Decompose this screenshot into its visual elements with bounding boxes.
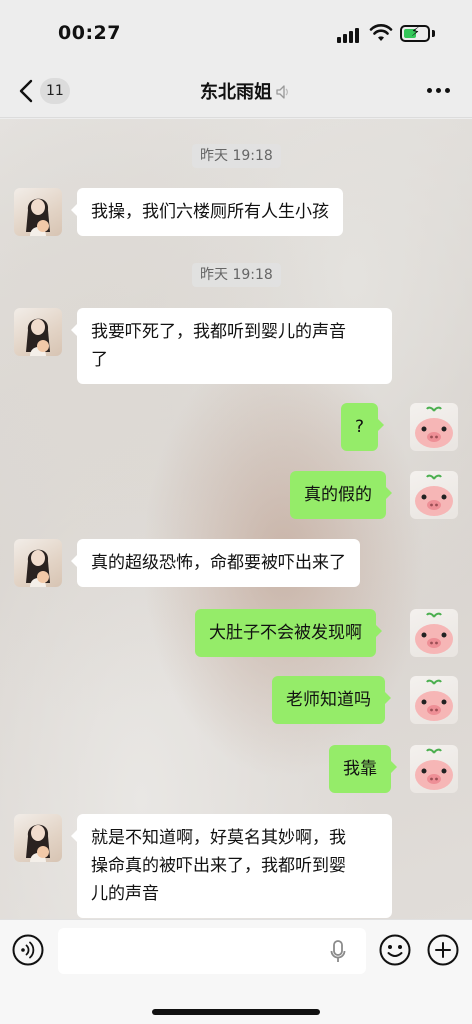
message-text: 真的超级恐怖，命都要被吓出来了 [91,553,346,573]
message-text-line: 操命真的被吓出来了，我都听到婴 [91,856,346,876]
status-bar: 00:27 ⚡ [0,0,472,64]
timestamp: 昨天 19:18 [192,263,281,287]
wifi-icon [369,24,393,41]
pig-avatar[interactable] [410,745,458,793]
message-text-line: 了 [91,350,108,370]
plus-icon[interactable] [427,934,459,966]
message-bubble[interactable]: 我靠 [329,745,397,793]
message-text-line: 就是不知道啊，好莫名其妙啊，我 [91,828,346,848]
girl-avatar[interactable] [14,188,62,236]
pig-avatar[interactable] [410,609,458,657]
message-text: 我靠 [343,759,377,779]
voice-icon[interactable] [12,934,44,966]
pig-avatar[interactable] [410,676,458,724]
girl-avatar[interactable] [14,814,62,862]
girl-avatar[interactable] [14,539,62,587]
message-bubble[interactable]: 我操，我们六楼厕所有人生小孩 [71,188,343,236]
emoji-icon[interactable] [379,934,411,966]
battery-cap [432,30,435,37]
message-bubble[interactable]: 我要吓死了，我都听到婴儿的声音 了 [71,308,392,384]
pig-avatar[interactable] [410,403,458,451]
input-bar [0,919,472,1024]
message-text: 我操，我们六楼厕所有人生小孩 [91,202,329,222]
message-bubble[interactable]: 真的假的 [290,471,392,519]
message-bubble[interactable]: 老师知道吗 [272,676,391,724]
message-text: 真的假的 [304,485,372,505]
chat-header: 11 东北雨姐 [0,64,472,118]
message-text-line: 我要吓死了，我都听到婴儿的声音 [91,322,346,342]
home-indicator [152,1009,320,1015]
message-text-line: 儿的声音 [91,884,159,904]
message-text: ? [355,417,365,437]
message-text: 老师知道吗 [286,690,371,710]
timestamp: 昨天 19:18 [192,144,281,168]
girl-avatar[interactable] [14,308,62,356]
status-time: 00:27 [58,22,121,44]
chat-title: 东北雨姐 [200,82,272,103]
message-input[interactable] [58,928,366,974]
battery-charging-icon: ⚡ [400,25,430,42]
message-bubble[interactable]: 大肚子不会被发现啊 [195,609,382,657]
mute-icon [276,85,288,99]
more-dots-icon[interactable] [427,88,451,94]
message-bubble[interactable]: 真的超级恐怖，命都要被吓出来了 [71,539,360,587]
message-text: 大肚子不会被发现啊 [209,623,362,643]
message-bubble[interactable]: ? [341,403,385,451]
pig-avatar[interactable] [410,471,458,519]
mic-icon[interactable] [330,940,346,964]
signal-icon [337,27,363,43]
message-bubble[interactable]: 就是不知道啊，好莫名其妙啊，我 操命真的被吓出来了，我都听到婴 儿的声音 [71,814,392,918]
chat-history[interactable]: 昨天 19:18 我操，我们六楼厕所有人生小孩 昨天 19:18 我要吓死了，我… [0,119,472,919]
